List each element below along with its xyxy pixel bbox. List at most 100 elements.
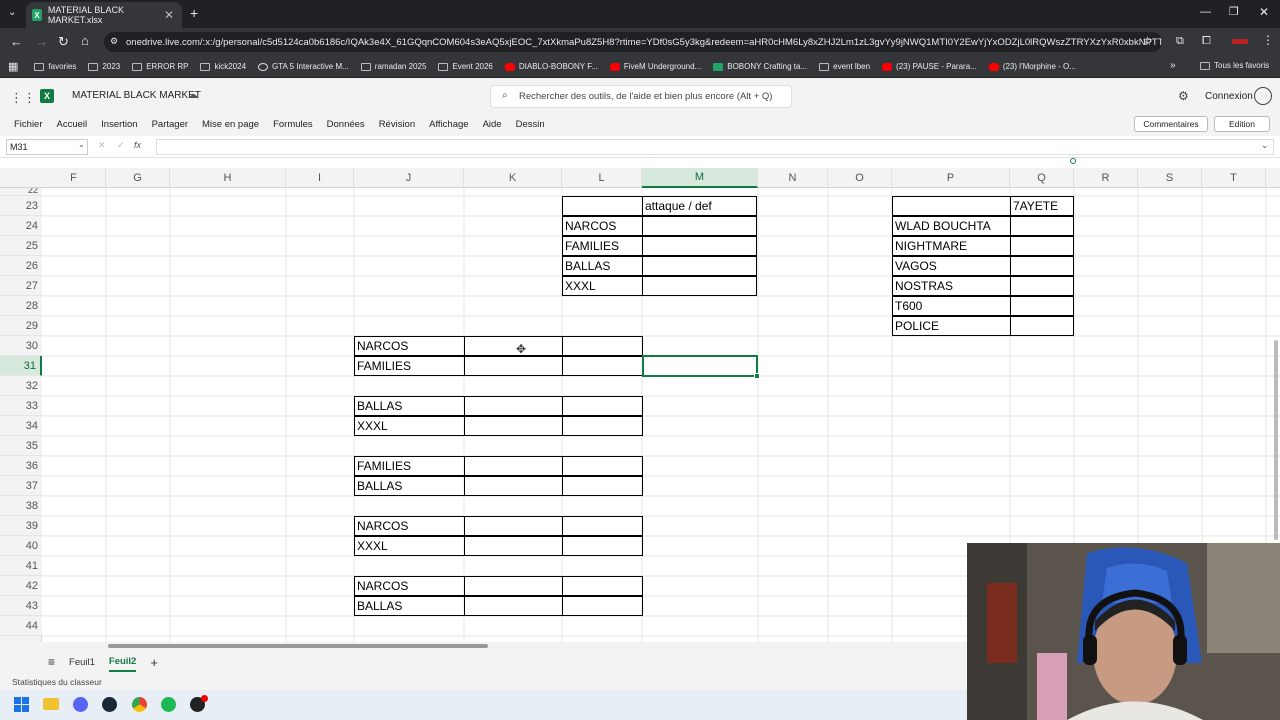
cell-j34[interactable]: XXXL	[354, 416, 465, 436]
edition-mode-button[interactable]: Edition	[1214, 116, 1270, 132]
add-sheet-icon[interactable]: +	[150, 652, 158, 673]
all-favorites[interactable]: Tous les favoris	[1200, 61, 1269, 70]
cell-p23[interactable]	[892, 196, 1011, 216]
row-header-34[interactable]: 34	[0, 416, 42, 436]
bookmark-item[interactable]: favories	[34, 62, 76, 71]
row-header-29[interactable]: 29	[0, 316, 42, 336]
menu-mise-en-page[interactable]: Mise en page	[202, 119, 259, 130]
bookmark-star-icon[interactable]: ☆	[1142, 34, 1153, 48]
bookmark-item[interactable]: ERROR RP	[132, 62, 188, 71]
menu-revision[interactable]: Révision	[379, 119, 415, 130]
cell-l37[interactable]	[562, 476, 643, 496]
selected-cell-m31[interactable]	[642, 355, 758, 377]
fx-icon[interactable]: fx	[134, 140, 141, 150]
apps-grid-icon[interactable]: ▦	[8, 60, 18, 73]
tab-list-chevron-icon[interactable]: ⌄	[8, 7, 16, 18]
column-header-p[interactable]: P	[892, 168, 1010, 188]
cell-j39[interactable]: NARCOS	[354, 516, 465, 536]
app-launcher-icon[interactable]: ⋮⋮	[10, 90, 36, 106]
cell-j40[interactable]: XXXL	[354, 536, 465, 556]
column-header-q[interactable]: Q	[1010, 168, 1074, 188]
menu-formules[interactable]: Formules	[273, 119, 313, 130]
tab-close-icon[interactable]: ✕	[164, 8, 174, 22]
cell-k33[interactable]	[464, 396, 563, 416]
row-header-40[interactable]: 40	[0, 536, 42, 556]
menu-donnees[interactable]: Données	[327, 119, 365, 130]
cell-m24[interactable]	[642, 216, 757, 236]
cell-k40[interactable]	[464, 536, 563, 556]
cell-k42[interactable]	[464, 576, 563, 596]
cell-l36[interactable]	[562, 456, 643, 476]
column-header-h[interactable]: H	[170, 168, 286, 188]
bookmark-item[interactable]: (23) l'Morphine - O...	[988, 62, 1076, 71]
bookmark-item[interactable]: kick2024	[200, 62, 246, 71]
minimize-icon[interactable]: —	[1200, 6, 1211, 18]
comments-button[interactable]: Commentaires	[1134, 116, 1208, 132]
row-header-44[interactable]: 44	[0, 616, 42, 636]
cell-l33[interactable]	[562, 396, 643, 416]
cell-k39[interactable]	[464, 516, 563, 536]
puzzle-icon[interactable]: ⧠	[1202, 35, 1211, 48]
cell-q28[interactable]	[1010, 296, 1074, 316]
bookmark-item[interactable]: ramadan 2025	[360, 62, 426, 71]
maximize-icon[interactable]: ❐	[1229, 5, 1239, 18]
cell-k30[interactable]	[464, 336, 563, 356]
column-header-j[interactable]: J	[354, 168, 464, 188]
cell-p29[interactable]: POLICE	[892, 316, 1011, 336]
cell-j31[interactable]: FAMILIES	[354, 356, 465, 376]
cell-k31[interactable]	[464, 356, 563, 376]
new-tab-icon[interactable]: +	[190, 5, 198, 21]
column-header-o[interactable]: O	[828, 168, 892, 188]
menu-partager[interactable]: Partager	[152, 119, 188, 130]
home-icon[interactable]: ⌂	[81, 33, 89, 48]
cell-q27[interactable]	[1010, 276, 1074, 296]
row-header-39[interactable]: 39	[0, 516, 42, 536]
window-close-icon[interactable]: ✕	[1259, 5, 1269, 19]
bookmark-item[interactable]: FiveM Underground...	[609, 62, 701, 71]
url-field[interactable]: onedrive.live.com/:x:/g/personal/c5d5124…	[104, 32, 1162, 52]
spotify-icon[interactable]	[161, 697, 176, 712]
cell-p28[interactable]: T600	[892, 296, 1011, 316]
row-header-32[interactable]: 32	[0, 376, 42, 396]
expand-formula-icon[interactable]: ⌄	[1261, 140, 1269, 151]
cell-l24[interactable]: NARCOS	[562, 216, 643, 236]
cell-m27[interactable]	[642, 276, 757, 296]
column-header-t[interactable]: T	[1202, 168, 1266, 188]
row-header-41[interactable]: 41	[0, 556, 42, 576]
column-header-n[interactable]: N	[758, 168, 828, 188]
cell-l23[interactable]	[562, 196, 643, 216]
excel-logo-icon[interactable]: X	[40, 89, 54, 103]
cell-j37[interactable]: BALLAS	[354, 476, 465, 496]
column-header-l[interactable]: L	[562, 168, 642, 188]
row-header-28[interactable]: 28	[0, 296, 42, 316]
bookmark-item[interactable]: GTA 5 Interactive M...	[258, 62, 349, 71]
menu-dessin[interactable]: Dessin	[516, 119, 545, 130]
namebox-chevron-icon[interactable]: ⌄	[78, 140, 85, 149]
cell-q25[interactable]	[1010, 236, 1074, 256]
row-header-37[interactable]: 37	[0, 476, 42, 496]
menu-fichier[interactable]: Fichier	[14, 119, 43, 130]
row-header-38[interactable]: 38	[0, 496, 42, 516]
vertical-scrollbar[interactable]	[1274, 340, 1278, 540]
formula-input[interactable]	[156, 139, 1274, 155]
cell-l30[interactable]	[562, 336, 643, 356]
bookmark-item[interactable]: DIABLO-BOBONY F...	[504, 62, 598, 71]
name-box[interactable]: M31	[6, 139, 88, 155]
cell-p24[interactable]: WLAD BOUCHTA	[892, 216, 1011, 236]
cell-k43[interactable]	[464, 596, 563, 616]
cell-j42[interactable]: NARCOS	[354, 576, 465, 596]
forward-icon[interactable]: →	[35, 34, 48, 49]
cell-q23-header[interactable]: 7AYETE	[1010, 196, 1074, 216]
cell-q24[interactable]	[1010, 216, 1074, 236]
menu-affichage[interactable]: Affichage	[429, 119, 468, 130]
confirm-icon[interactable]: ✓	[117, 140, 125, 151]
row-header-26[interactable]: 26	[0, 256, 42, 276]
cell-l39[interactable]	[562, 516, 643, 536]
cell-l27[interactable]: XXXL	[562, 276, 643, 296]
row-header-22[interactable]: 22	[0, 188, 42, 196]
bookmark-item[interactable]: Event 2026	[438, 62, 493, 71]
horizontal-scroll-thumb[interactable]	[108, 644, 488, 648]
workbook-title[interactable]: MATERIAL BLACK MARKET	[72, 90, 201, 101]
column-header-f[interactable]: F	[42, 168, 106, 188]
more-bookmarks-icon[interactable]: »	[1170, 60, 1176, 71]
